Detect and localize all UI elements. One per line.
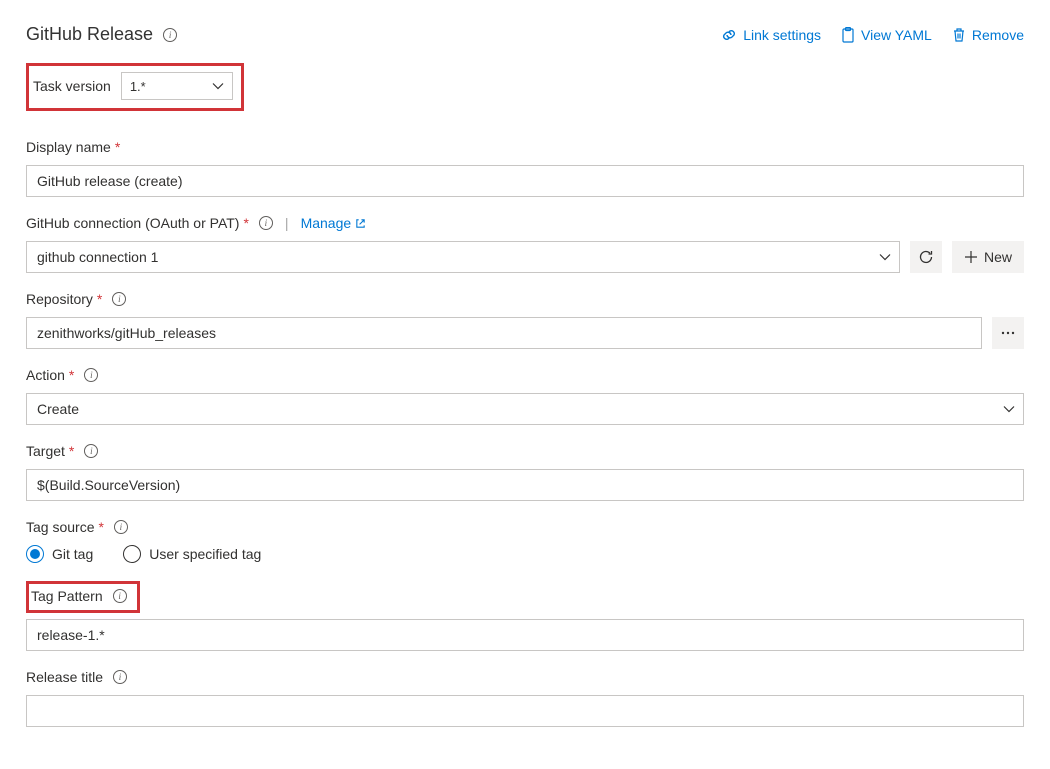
info-icon[interactable]: i bbox=[163, 28, 177, 42]
view-yaml-button[interactable]: View YAML bbox=[841, 27, 932, 43]
target-input[interactable] bbox=[26, 469, 1024, 501]
refresh-icon bbox=[918, 249, 934, 265]
task-version-select[interactable]: 1.* bbox=[121, 72, 233, 100]
chevron-down-icon bbox=[879, 253, 891, 261]
display-name-label: Display name bbox=[26, 139, 111, 155]
release-title-input[interactable] bbox=[26, 695, 1024, 727]
required-indicator: * bbox=[69, 367, 74, 383]
required-indicator: * bbox=[243, 215, 248, 231]
trash-icon bbox=[952, 27, 966, 43]
repository-label: Repository bbox=[26, 291, 93, 307]
info-icon[interactable]: i bbox=[112, 292, 126, 306]
radio-indicator bbox=[26, 545, 44, 563]
action-label: Action bbox=[26, 367, 65, 383]
info-icon[interactable]: i bbox=[84, 444, 98, 458]
browse-button[interactable] bbox=[992, 317, 1024, 349]
tag-pattern-input[interactable] bbox=[26, 619, 1024, 651]
page-title: GitHub Release bbox=[26, 24, 153, 45]
info-icon[interactable]: i bbox=[113, 670, 127, 684]
ellipsis-icon bbox=[1001, 331, 1015, 335]
link-icon bbox=[721, 28, 737, 42]
required-indicator: * bbox=[98, 519, 103, 535]
refresh-button[interactable] bbox=[910, 241, 942, 273]
action-select[interactable]: Create bbox=[26, 393, 1024, 425]
chevron-down-icon bbox=[1003, 405, 1015, 413]
target-label: Target bbox=[26, 443, 65, 459]
chevron-down-icon bbox=[212, 82, 224, 90]
task-version-label: Task version bbox=[33, 78, 111, 94]
github-connection-select[interactable]: github connection 1 bbox=[26, 241, 900, 273]
info-icon[interactable]: i bbox=[113, 589, 127, 603]
plus-icon bbox=[964, 250, 978, 264]
remove-button[interactable]: Remove bbox=[952, 27, 1024, 43]
link-settings-button[interactable]: Link settings bbox=[721, 27, 821, 43]
radio-user-tag[interactable]: User specified tag bbox=[123, 545, 261, 563]
github-connection-label: GitHub connection (OAuth or PAT) bbox=[26, 215, 239, 231]
manage-link[interactable]: Manage bbox=[301, 215, 367, 231]
info-icon[interactable]: i bbox=[259, 216, 273, 230]
display-name-input[interactable] bbox=[26, 165, 1024, 197]
clipboard-icon bbox=[841, 27, 855, 43]
repository-input[interactable] bbox=[26, 317, 982, 349]
required-indicator: * bbox=[97, 291, 102, 307]
required-indicator: * bbox=[115, 139, 120, 155]
release-title-label: Release title bbox=[26, 669, 103, 685]
required-indicator: * bbox=[69, 443, 74, 459]
radio-git-tag[interactable]: Git tag bbox=[26, 545, 93, 563]
external-link-icon bbox=[355, 218, 366, 229]
info-icon[interactable]: i bbox=[84, 368, 98, 382]
task-version-row: Task version 1.* bbox=[26, 63, 244, 111]
tag-source-label: Tag source bbox=[26, 519, 94, 535]
info-icon[interactable]: i bbox=[114, 520, 128, 534]
radio-indicator bbox=[123, 545, 141, 563]
tag-pattern-label: Tag Pattern bbox=[31, 588, 103, 604]
new-button[interactable]: New bbox=[952, 241, 1024, 273]
